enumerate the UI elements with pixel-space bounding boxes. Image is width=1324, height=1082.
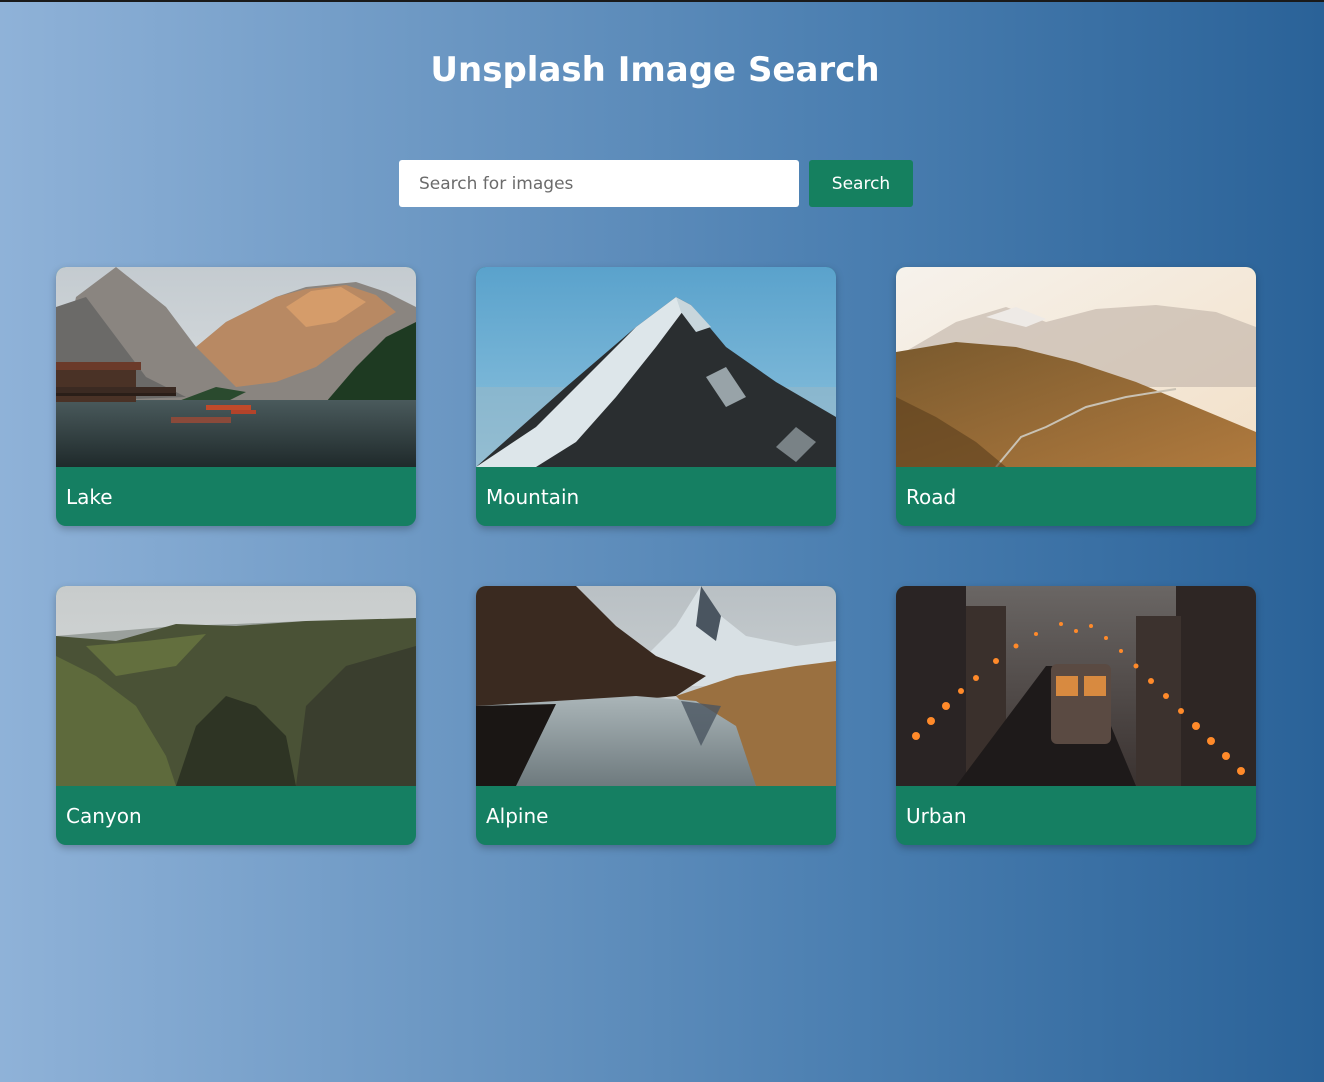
alpine-image[interactable]	[476, 586, 836, 786]
search-button[interactable]: Search	[809, 160, 913, 207]
card-label: Road	[906, 484, 957, 509]
image-card-lake[interactable]: Lake	[56, 267, 416, 526]
mountain-image[interactable]	[476, 267, 836, 467]
card-label: Lake	[66, 484, 113, 509]
urban-image[interactable]	[896, 586, 1256, 786]
image-card-mountain[interactable]: Mountain	[476, 267, 836, 526]
image-card-road[interactable]: Road	[896, 267, 1256, 526]
card-label: Mountain	[486, 484, 580, 509]
canyon-image[interactable]	[56, 586, 416, 786]
search-input[interactable]	[399, 160, 799, 207]
lake-image[interactable]	[56, 267, 416, 467]
card-label: Canyon	[66, 803, 142, 828]
image-grid: Lake Mountain Road Canyon Alpine Urban	[56, 267, 1256, 845]
image-card-urban[interactable]: Urban	[896, 586, 1256, 845]
search-form: Search	[399, 160, 913, 207]
card-label: Alpine	[486, 803, 549, 828]
card-label: Urban	[906, 803, 967, 828]
road-image[interactable]	[896, 267, 1256, 467]
image-card-canyon[interactable]: Canyon	[56, 586, 416, 845]
page-title: Unsplash Image Search	[430, 50, 880, 90]
image-card-alpine[interactable]: Alpine	[476, 586, 836, 845]
